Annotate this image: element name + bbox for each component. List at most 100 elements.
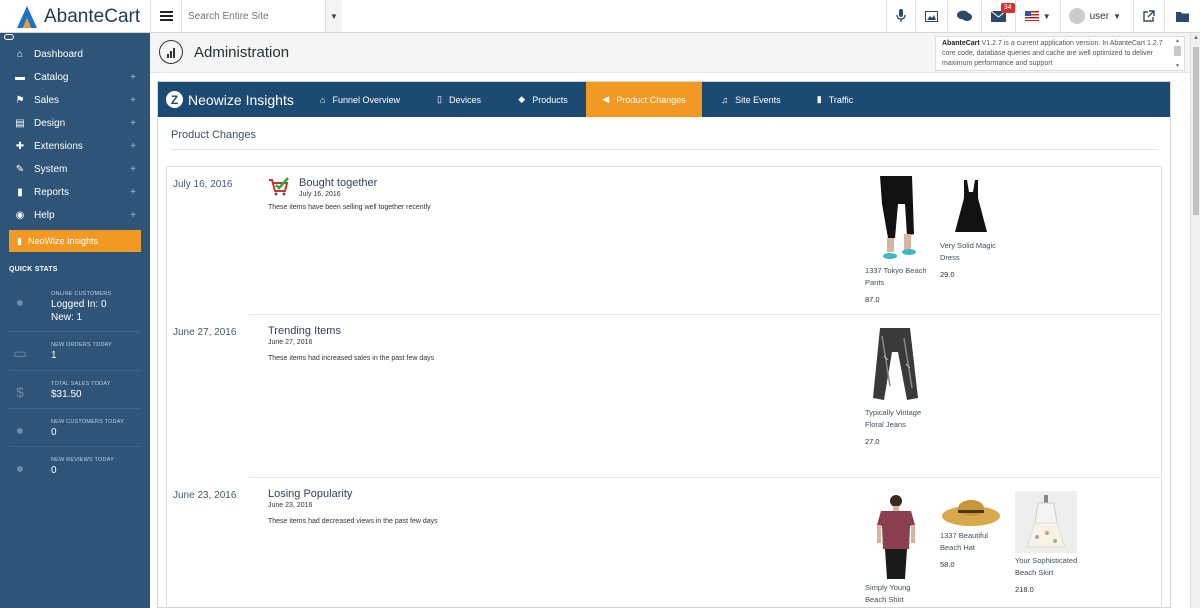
product-name[interactable]: Very Solid Magic Dress: [940, 240, 1008, 264]
product-name[interactable]: Your Sophisticated Beach Skirt: [1015, 555, 1083, 579]
plus-icon[interactable]: +: [130, 210, 136, 221]
version-app-name: AbanteCart: [942, 40, 980, 47]
version-scrollbar[interactable]: [1173, 37, 1183, 70]
product-name[interactable]: 1337 Tokyo Beach Pants: [865, 265, 933, 289]
product-name[interactable]: 1337 Beautiful Beach Hat: [940, 530, 1008, 554]
sidebar-item-label: Help: [34, 210, 55, 221]
product-image[interactable]: [865, 173, 927, 264]
event-title: Trending Items: [268, 325, 341, 337]
plus-icon[interactable]: +: [130, 72, 136, 83]
plus-icon[interactable]: +: [130, 187, 136, 198]
plus-icon[interactable]: +: [130, 141, 136, 152]
quick-stat-label: NEW REVIEWS TODAY: [51, 457, 114, 463]
page-scrollbar[interactable]: ▲: [1190, 33, 1200, 608]
money-icon: $: [16, 384, 24, 400]
sidebar-item-extensions[interactable]: ✚ Extensions +: [0, 135, 150, 158]
product-image[interactable]: [940, 177, 1002, 239]
product-name[interactable]: Typically Vintage Floral Jeans: [865, 407, 933, 431]
sidebar-item-sales[interactable]: ⚑ Sales +: [0, 89, 150, 112]
product-card[interactable]: Your Sophisticated Beach Skirt 218.0: [1015, 490, 1090, 608]
hamburger-icon: [159, 15, 173, 17]
chevron-down-icon: ▼: [1042, 11, 1051, 21]
timeline-event: June 23, 2016 Losing Popularity June 23, 2…: [173, 478, 1161, 608]
sidebar-item-neowize-insights[interactable]: ▮ NeoWize Insights: [9, 230, 141, 252]
product-card[interactable]: Very Solid Magic Dress 29.0: [940, 177, 1015, 306]
quick-stat-label: NEW ORDERS TODAY: [51, 342, 112, 348]
us-flag-icon: [1024, 11, 1039, 21]
divider: [9, 408, 141, 409]
event-subdate: June 27, 2016: [268, 339, 313, 346]
sidebar-item-label: Extensions: [34, 141, 83, 152]
tab-label: Site Events: [735, 94, 781, 105]
user-label: user: [1089, 10, 1110, 22]
scrollbar-thumb[interactable]: [1193, 47, 1199, 215]
bell-icon: ♫: [721, 94, 729, 105]
event-date: June 27, 2016: [173, 327, 237, 338]
microphone-icon[interactable]: [885, 0, 915, 32]
sidebar-item-label: Sales: [34, 95, 60, 106]
envelope-icon[interactable]: 34: [980, 0, 1015, 32]
tab-devices[interactable]: ▯ Devices: [418, 82, 500, 117]
language-selector[interactable]: ▼: [1014, 0, 1060, 32]
user-menu[interactable]: user ▼: [1059, 0, 1133, 32]
search-dropdown-button[interactable]: ▼: [325, 0, 342, 32]
quick-stat: ● NEW REVIEWS TODAY 0: [0, 457, 150, 476]
section-title: Product Changes: [171, 129, 1158, 150]
sidebar-item-label: System: [34, 164, 68, 175]
tab-label: Funnel Overview: [332, 94, 400, 105]
product-card[interactable]: Simply Young Beach Shirt: [865, 490, 940, 608]
product-price: 27.0: [865, 437, 880, 446]
event-date: July 16, 2016: [173, 179, 233, 190]
product-price: 58.0: [940, 560, 955, 569]
globe-icon: ◉: [15, 210, 25, 221]
chevron-down-icon: ▼: [1113, 11, 1121, 21]
page-header: Administration AbanteCart V1.2.7 is a cu…: [150, 33, 1190, 73]
product-image[interactable]: [865, 321, 927, 406]
logo[interactable]: AbanteCart: [0, 0, 150, 33]
product-card[interactable]: Typically Vintage Floral Jeans 27.0: [865, 321, 940, 448]
product-image[interactable]: [940, 494, 1002, 529]
product-price: 218.0: [1015, 585, 1034, 594]
product-list: Simply Young Beach Shirt 1337 Beautiful B…: [865, 490, 1090, 608]
event-title: Losing Popularity: [268, 488, 353, 500]
panel-nav: Z Neowize Insights ⌂ Funnel Overview ▯ Devi…: [158, 82, 1170, 117]
sidebar-item-help[interactable]: ◉ Help +: [0, 204, 150, 227]
sidebar-collapse-toggle[interactable]: [0, 33, 150, 43]
timeline: July 16, 2016 Bought together July 16, 201…: [166, 166, 1162, 608]
home-icon: ⌂: [16, 49, 24, 60]
product-price: 29.0: [940, 270, 955, 279]
comments-icon[interactable]: [946, 0, 981, 32]
folder-icon[interactable]: [1164, 0, 1200, 32]
tab-site-events[interactable]: ♫ Site Events: [702, 82, 800, 117]
sidebar-item-dashboard[interactable]: ⌂ Dashboard: [0, 43, 150, 66]
external-link-icon[interactable]: [1133, 0, 1164, 32]
sidebar-item-design[interactable]: ▤ Design +: [0, 112, 150, 135]
product-card[interactable]: 1337 Tokyo Beach Pants 87.0: [865, 173, 940, 306]
sidebar-item-system[interactable]: ✎ System +: [0, 158, 150, 181]
product-image[interactable]: [1015, 490, 1077, 554]
plus-icon[interactable]: +: [130, 118, 136, 129]
search-input[interactable]: [182, 1, 324, 31]
quick-stat-value: Logged In: 0: [51, 299, 107, 310]
product-image[interactable]: [865, 490, 927, 581]
menu-toggle-button[interactable]: [150, 0, 182, 32]
quick-stat: ● NEW CUSTOMERS TODAY 0: [0, 419, 150, 447]
image-icon[interactable]: [914, 0, 947, 32]
sidebar-item-reports[interactable]: ▮ Reports +: [0, 181, 150, 204]
sidebar-item-label: Dashboard: [34, 49, 83, 60]
timeline-event: June 27, 2016 Trending Items June 27, 2016…: [173, 315, 1161, 478]
tab-products[interactable]: ◆ Products: [500, 82, 586, 117]
sidebar-item-label: NeoWize Insights: [27, 236, 98, 246]
neowize-brand[interactable]: Z Neowize Insights: [158, 82, 302, 117]
neowize-panel: Z Neowize Insights ⌂ Funnel Overview ▯ Devi…: [157, 81, 1171, 608]
sidebar-item-catalog[interactable]: ▬ Catalog +: [0, 66, 150, 89]
product-card[interactable]: 1337 Beautiful Beach Hat 58.0: [940, 494, 1015, 608]
tab-funnel-overview[interactable]: ⌂ Funnel Overview: [302, 82, 418, 117]
tab-traffic[interactable]: ▮ Traffic: [800, 82, 870, 117]
tab-product-changes[interactable]: ◀ Product Changes: [586, 82, 702, 117]
puzzle-icon: ✚: [15, 141, 25, 152]
product-name[interactable]: Simply Young Beach Shirt: [865, 582, 933, 606]
plus-icon[interactable]: +: [130, 164, 136, 175]
plus-icon[interactable]: +: [130, 95, 136, 106]
quick-stat: ▭ NEW ORDERS TODAY 1: [0, 342, 150, 371]
